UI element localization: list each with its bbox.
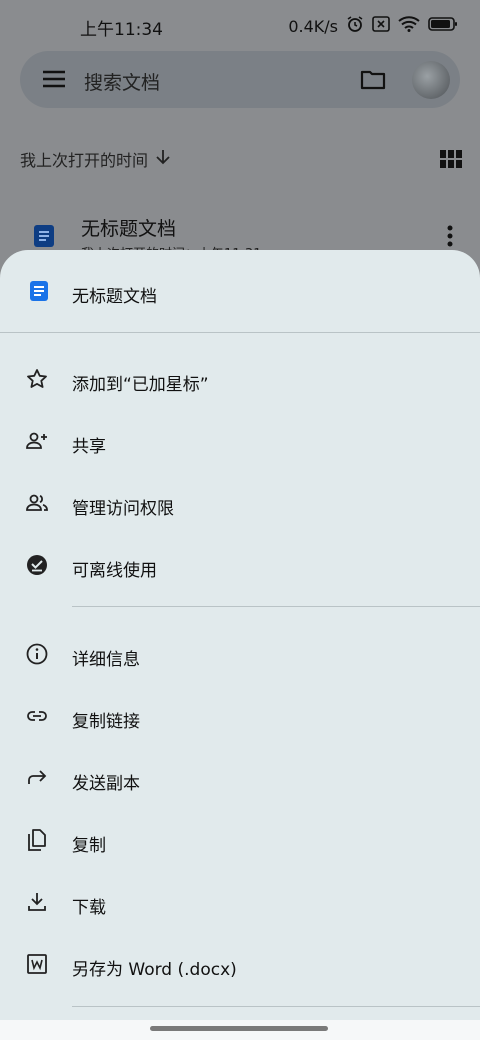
star-icon [25, 367, 49, 391]
divider [72, 606, 480, 607]
person-add-icon [25, 429, 49, 453]
menu-item-label: 共享 [72, 437, 106, 457]
gesture-nav-bar [0, 1020, 480, 1040]
folder-icon[interactable] [360, 68, 386, 94]
sheet-title: 无标题文档 [72, 287, 157, 307]
home-indicator[interactable] [150, 1026, 328, 1031]
status-icons: 0.4K/s [288, 15, 458, 37]
battery-icon [428, 16, 458, 36]
status-time: 上午11:34 [80, 20, 163, 40]
copy-icon [25, 828, 49, 852]
link-icon [25, 704, 49, 728]
divider [72, 1006, 480, 1007]
download-icon [25, 890, 49, 914]
grid-view-icon[interactable] [440, 150, 462, 172]
sort-label: 我上次打开的时间 [20, 151, 149, 170]
no-sim-icon [372, 16, 390, 36]
alarm-icon [346, 15, 364, 37]
menu-item-duplicate[interactable]: 复制 [0, 810, 480, 872]
menu-item-send-copy[interactable]: 发送副本 [0, 748, 480, 810]
sheet-header: 无标题文档 [0, 250, 480, 332]
doc-title: 无标题文档 [81, 218, 177, 240]
menu-item-label: 另存为 Word (.docx) [72, 960, 237, 980]
menu-item-label: 添加到“已加星标” [72, 375, 209, 395]
info-icon [25, 642, 49, 666]
menu-item-label: 管理访问权限 [72, 499, 174, 519]
menu-item-label: 发送副本 [72, 774, 140, 794]
forward-icon [25, 766, 49, 790]
avatar[interactable] [412, 61, 450, 99]
menu-item-label: 复制链接 [72, 712, 140, 732]
more-vert-icon[interactable] [446, 225, 454, 251]
menu-item-details[interactable]: 详细信息 [0, 624, 480, 686]
sort-control[interactable]: 我上次打开的时间 [20, 147, 170, 171]
status-bar: 上午11:34 0.4K/s [0, 0, 480, 52]
menu-icon[interactable] [42, 69, 66, 89]
wifi-icon [398, 16, 420, 36]
offline-check-icon [25, 553, 49, 577]
menu-item-label: 详细信息 [72, 650, 140, 670]
menu-item-label: 下载 [72, 898, 106, 918]
search-input[interactable]: 搜索文档 [84, 68, 160, 95]
menu-item-add-star[interactable]: 添加到“已加星标” [0, 349, 480, 411]
menu-item-offline[interactable]: 可离线使用 [0, 535, 480, 597]
docs-icon [29, 280, 49, 306]
menu-item-share[interactable]: 共享 [0, 411, 480, 473]
menu-item-manage-access[interactable]: 管理访问权限 [0, 473, 480, 535]
bottom-sheet: 无标题文档 添加到“已加星标” 共享 管理访问权限 可离线使用 详细信息 复制链… [0, 250, 480, 1020]
menu-item-download[interactable]: 下载 [0, 872, 480, 934]
menu-item-save-as-word[interactable]: 另存为 Word (.docx) [0, 934, 480, 996]
menu-item-copy-link[interactable]: 复制链接 [0, 686, 480, 748]
people-icon [25, 491, 49, 515]
menu-item-label: 可离线使用 [72, 561, 157, 581]
docs-icon [33, 224, 55, 252]
menu-item-label: 复制 [72, 836, 106, 856]
word-icon [25, 952, 49, 976]
network-speed: 0.4K/s [288, 16, 338, 36]
search-bar[interactable]: 搜索文档 [20, 51, 460, 108]
divider [0, 332, 480, 333]
arrow-down-icon [156, 149, 170, 169]
